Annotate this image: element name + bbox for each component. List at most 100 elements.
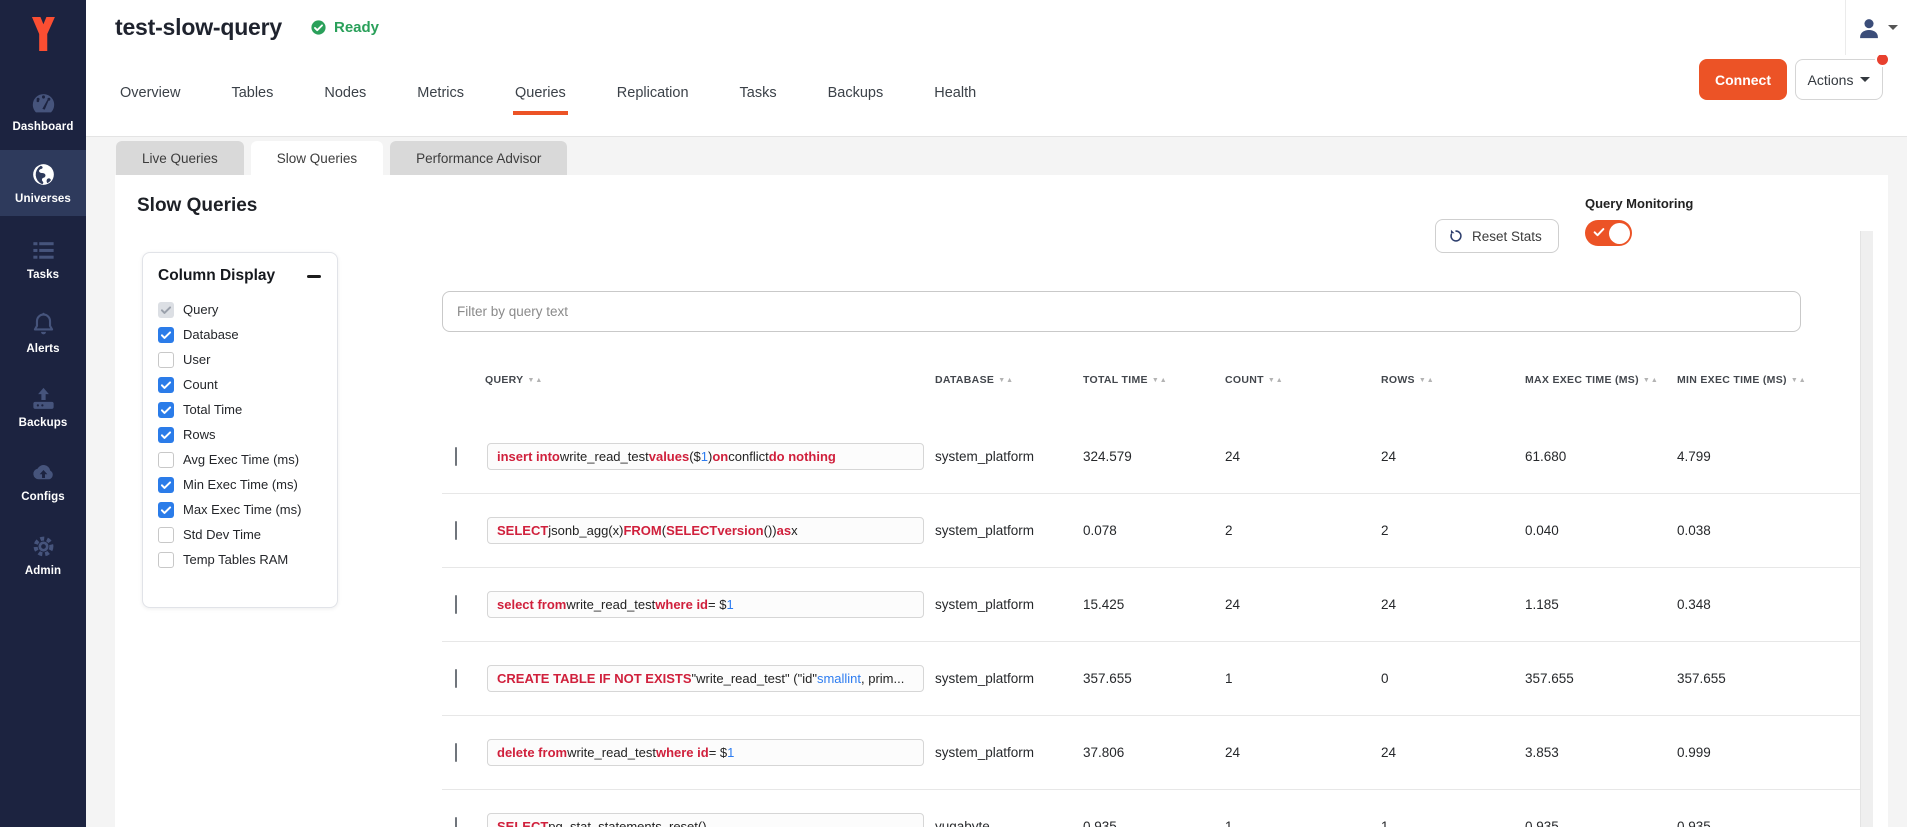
slow-queries-panel: Slow Queries Reset Stats Query Monitorin…: [115, 175, 1888, 827]
checkbox[interactable]: [158, 527, 174, 543]
tab-backups[interactable]: Backups: [826, 77, 886, 115]
sidebar-item-dashboard[interactable]: Dashboard: [0, 78, 86, 144]
column-header-min-exec-time-ms-[interactable]: MIN EXEC TIME (MS)▼▲: [1672, 374, 1860, 386]
tab-overview[interactable]: Overview: [118, 77, 182, 115]
sidebar-item-alerts[interactable]: Alerts: [0, 300, 86, 366]
checkbox[interactable]: [158, 377, 174, 393]
tab-replication[interactable]: Replication: [615, 77, 691, 115]
cloud-upload-icon: [30, 459, 57, 486]
column-header-count[interactable]: COUNT▼▲: [1220, 374, 1376, 386]
cell-count: 24: [1220, 745, 1376, 760]
checkbox[interactable]: [158, 352, 174, 368]
cell-count: 1: [1220, 819, 1376, 827]
status-text: Ready: [334, 19, 379, 36]
subtab-slow-queries[interactable]: Slow Queries: [251, 141, 383, 175]
connect-button[interactable]: Connect: [1699, 59, 1787, 100]
query-text[interactable]: select from write_read_test where id = $…: [487, 591, 924, 618]
column-option-avg-exec-time-ms-: Avg Exec Time (ms): [158, 447, 323, 472]
query-text[interactable]: insert into write_read_test values ($1) …: [487, 443, 924, 470]
cell-count: 1: [1220, 671, 1376, 686]
query-table-row: delete from write_read_test where id = $…: [442, 716, 1860, 790]
sidebar-item-admin[interactable]: Admin: [0, 522, 86, 588]
tab-metrics[interactable]: Metrics: [415, 77, 466, 115]
row-checkbox[interactable]: [455, 817, 457, 827]
row-checkbox[interactable]: [455, 743, 457, 762]
cell-database: system_platform: [930, 671, 1078, 686]
tab-tables[interactable]: Tables: [229, 77, 275, 115]
sidebar-item-backups[interactable]: Backups: [0, 374, 86, 440]
cell-count: 24: [1220, 449, 1376, 464]
query-table-row: SELECT jsonb_agg(x) FROM (SELECT version…: [442, 494, 1860, 568]
sort-arrows-icon: ▼▲: [527, 377, 543, 384]
sidebar-item-label: Universes: [15, 193, 71, 205]
checkbox[interactable]: [158, 402, 174, 418]
column-option-label: User: [183, 352, 210, 367]
collapse-minus-icon[interactable]: [307, 268, 323, 284]
sidebar-item-universes[interactable]: Universes: [0, 150, 86, 216]
reset-stats-button[interactable]: Reset Stats: [1435, 219, 1559, 253]
cell-database: yugabyte: [930, 819, 1078, 827]
actions-button-label: Actions: [1808, 72, 1854, 88]
checkbox[interactable]: [158, 477, 174, 493]
checkbox[interactable]: [158, 552, 174, 568]
column-option-max-exec-time-ms-: Max Exec Time (ms): [158, 497, 323, 522]
sidebar-item-tasks[interactable]: Tasks: [0, 226, 86, 292]
row-checkbox[interactable]: [455, 447, 457, 466]
column-header-max-exec-time-ms-[interactable]: MAX EXEC TIME (MS)▼▲: [1520, 374, 1672, 386]
column-header-rows[interactable]: ROWS▼▲: [1376, 374, 1520, 386]
cell-min-exec-time: 357.655: [1672, 671, 1860, 686]
checkbox[interactable]: [158, 452, 174, 468]
cell-min-exec-time: 0.999: [1672, 745, 1860, 760]
tab-queries[interactable]: Queries: [513, 77, 568, 115]
checkbox[interactable]: [158, 427, 174, 443]
column-option-label: Count: [183, 377, 218, 392]
sort-arrows-icon: ▼▲: [998, 377, 1014, 384]
row-checkbox[interactable]: [455, 669, 457, 688]
checkbox[interactable]: [158, 502, 174, 518]
vertical-scrollbar[interactable]: [1860, 231, 1873, 827]
toggle-knob: [1609, 223, 1630, 244]
query-table-row: select from write_read_test where id = $…: [442, 568, 1860, 642]
tab-nodes[interactable]: Nodes: [322, 77, 368, 115]
user-menu[interactable]: [1845, 0, 1907, 55]
column-header-database[interactable]: DATABASE▼▲: [930, 374, 1078, 386]
query-monitoring-toggle[interactable]: [1585, 220, 1632, 246]
cell-database: system_platform: [930, 597, 1078, 612]
column-option-label: Query: [183, 302, 218, 317]
column-header-query[interactable]: QUERY▼▲: [480, 374, 930, 386]
cell-max-exec-time: 0.935: [1520, 819, 1672, 827]
universe-nav: Overview Tables Nodes Metrics Queries Replica…: [86, 55, 1907, 137]
cell-rows: 1: [1376, 819, 1520, 827]
column-option-count: Count: [158, 372, 323, 397]
tab-tasks[interactable]: Tasks: [738, 77, 779, 115]
column-display-card: Column Display QueryDatabaseUserCountTot…: [142, 252, 338, 608]
column-option-label: Min Exec Time (ms): [183, 477, 298, 492]
query-text[interactable]: CREATE TABLE IF NOT EXISTS "write_read_t…: [487, 665, 924, 692]
cell-min-exec-time: 0.348: [1672, 597, 1860, 612]
tab-health[interactable]: Health: [932, 77, 978, 115]
query-filter-input[interactable]: [442, 291, 1801, 332]
subtab-live-queries[interactable]: Live Queries: [116, 141, 244, 175]
query-text[interactable]: SELECT jsonb_agg(x) FROM (SELECT version…: [487, 517, 924, 544]
cell-rows: 24: [1376, 745, 1520, 760]
column-option-label: Avg Exec Time (ms): [183, 452, 299, 467]
row-checkbox[interactable]: [455, 521, 457, 540]
universe-title: test-slow-query: [115, 14, 282, 41]
column-option-label: Rows: [183, 427, 216, 442]
column-option-label: Temp Tables RAM: [183, 552, 288, 567]
row-checkbox[interactable]: [455, 595, 457, 614]
sidebar: Dashboard Universes Tasks Alerts Backups Conf…: [0, 0, 86, 827]
user-avatar-icon: [1856, 15, 1882, 41]
checkbox[interactable]: [158, 327, 174, 343]
subtab-performance-advisor[interactable]: Performance Advisor: [390, 141, 567, 175]
cell-min-exec-time: 4.799: [1672, 449, 1860, 464]
yugabyte-logo-icon[interactable]: [0, 8, 86, 60]
query-text[interactable]: delete from write_read_test where id = $…: [487, 739, 924, 766]
cell-count: 2: [1220, 523, 1376, 538]
actions-button[interactable]: Actions: [1795, 59, 1883, 100]
column-header-total-time[interactable]: TOTAL TIME▼▲: [1078, 374, 1220, 386]
cell-max-exec-time: 357.655: [1520, 671, 1672, 686]
query-text[interactable]: SELECT pg_stat_statements_reset(): [487, 813, 924, 827]
column-option-temp-tables-ram: Temp Tables RAM: [158, 547, 323, 572]
sidebar-item-configs[interactable]: Configs: [0, 448, 86, 514]
